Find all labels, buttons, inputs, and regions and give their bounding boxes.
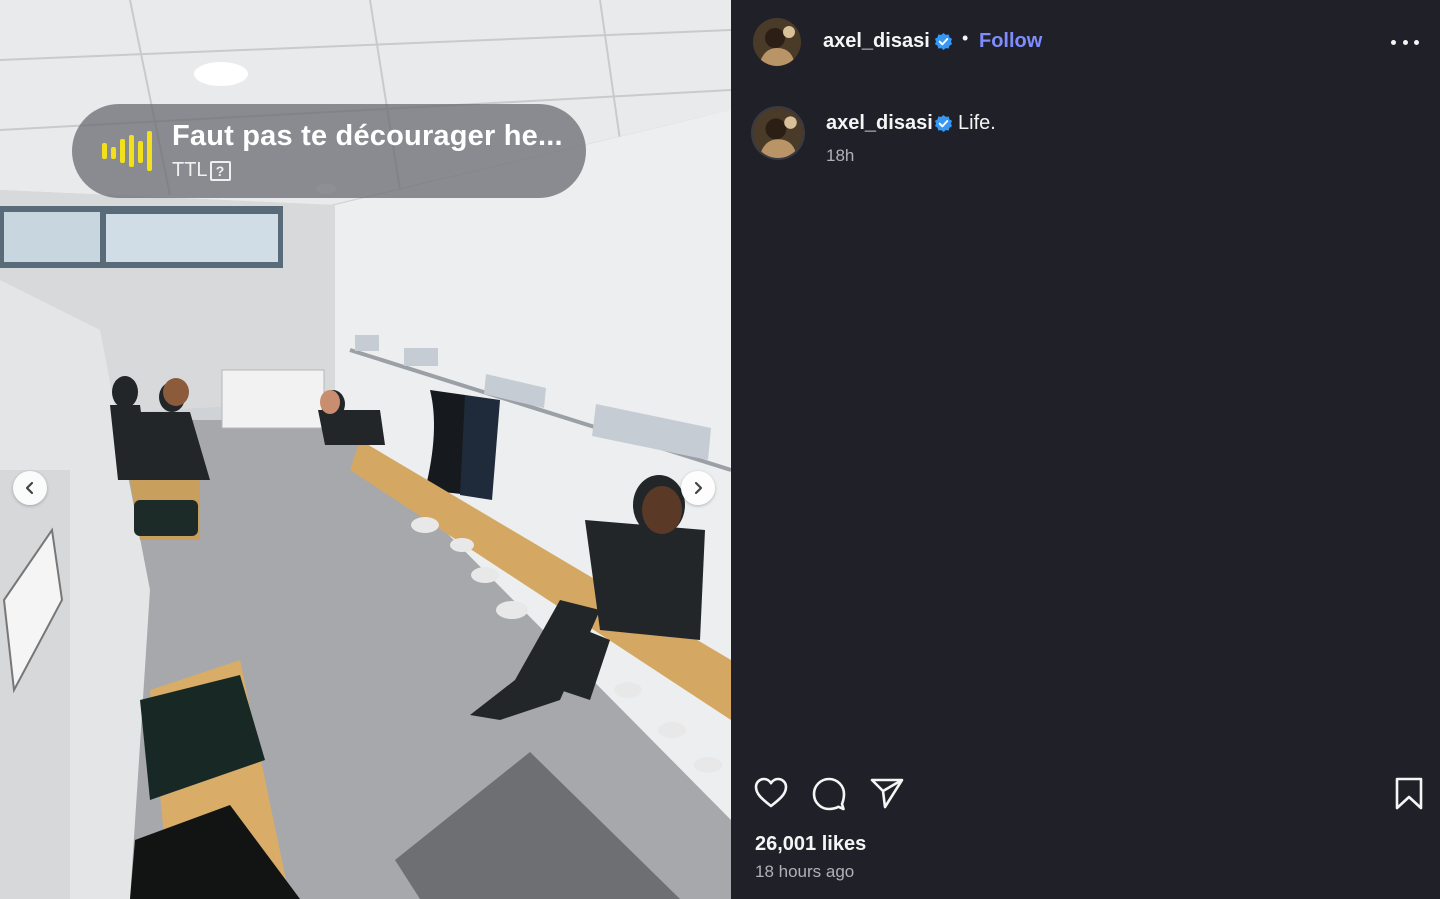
caption-username[interactable]: axel_disasi: [826, 112, 933, 135]
post-media[interactable]: Faut pas te décourager he... TTL ?: [0, 0, 731, 899]
avatar[interactable]: [753, 18, 801, 66]
chevron-left-icon: [25, 481, 34, 495]
caption-text: Life.: [958, 112, 996, 134]
verified-badge-icon: [934, 114, 953, 133]
audio-title: Faut pas te décourager he...: [172, 120, 563, 152]
comment-icon[interactable]: [810, 774, 848, 812]
caption-block: axel_disasi Life. 18h: [731, 100, 1440, 180]
verified-badge-icon: [934, 32, 953, 51]
post-details-panel: axel_disasi • Follow axel_disasi Life. 1…: [731, 0, 1440, 899]
audio-track-pill[interactable]: Faut pas te décourager he... TTL ?: [72, 104, 586, 198]
audio-artist-name: TTL: [172, 159, 208, 181]
more-options-icon[interactable]: [1391, 36, 1419, 48]
likes-count[interactable]: 26,001 likes: [755, 833, 866, 856]
audio-waveform-icon: [102, 131, 152, 171]
previous-media-button[interactable]: [13, 471, 47, 505]
caption-timestamp: 18h: [826, 146, 855, 165]
header-username[interactable]: axel_disasi: [823, 30, 930, 53]
post-timestamp: 18 hours ago: [755, 862, 855, 881]
next-media-button[interactable]: [681, 471, 715, 505]
unknown-badge: ?: [209, 160, 231, 181]
chevron-right-icon: [694, 481, 703, 495]
post-header: axel_disasi • Follow: [731, 0, 1440, 84]
separator-dot: •: [962, 28, 969, 48]
bookmark-icon[interactable]: [1390, 774, 1428, 812]
send-icon[interactable]: [868, 774, 906, 812]
caption-avatar[interactable]: [751, 106, 805, 160]
follow-button[interactable]: Follow: [979, 30, 1042, 53]
audio-artist: TTL ?: [172, 159, 563, 182]
action-bar: [731, 770, 1440, 814]
heart-icon[interactable]: [752, 774, 790, 812]
